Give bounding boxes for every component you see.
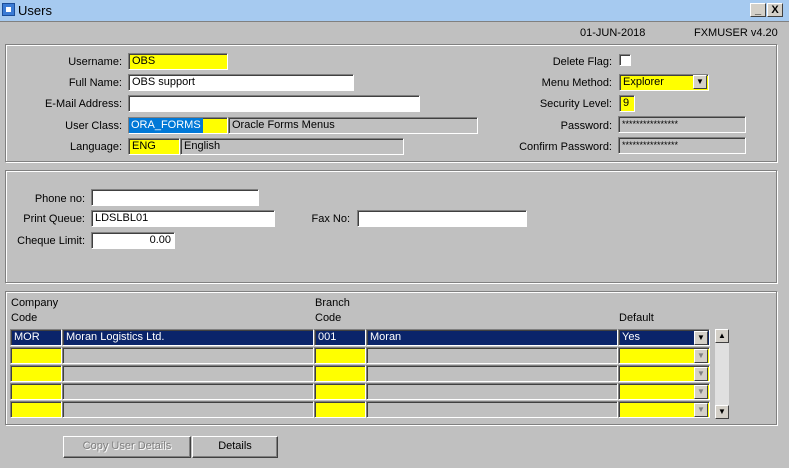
username-field[interactable]: OBS [128,53,228,70]
window-title: Users [18,3,52,18]
default-header: Default [619,312,654,324]
deleteflag-checkbox[interactable] [619,54,631,66]
email-label: E-Mail Address: [44,98,122,110]
fax-field[interactable] [357,210,527,227]
language-code-field[interactable]: ENG [128,138,180,155]
chevron-down-icon[interactable]: ▼ [694,403,708,417]
company-code-cell[interactable] [10,401,62,418]
userclass-desc-field: Oracle Forms Menus [228,117,478,134]
password-label: Password: [560,120,612,132]
chequelimit-label: Cheque Limit: [17,235,85,247]
email-field[interactable] [128,95,420,112]
securitylevel-field[interactable]: 9 [619,95,635,112]
company-name-cell [62,383,314,400]
minimize-button[interactable]: _ [750,3,766,17]
company-name-cell [62,365,314,382]
chevron-down-icon[interactable]: ▼ [693,75,707,89]
phone-field[interactable] [91,189,259,206]
deleteflag-label: Delete Flag: [552,56,612,68]
phone-label: Phone no: [34,193,85,205]
branch-name-cell [366,347,618,364]
fax-label: Fax No: [311,213,350,225]
branch-name-cell [366,401,618,418]
branch-name-cell: Moran [366,329,618,346]
company-code-cell[interactable]: MOR [10,329,62,346]
password-field[interactable]: **************** [618,116,746,133]
branch-code-cell[interactable]: 001 [314,329,366,346]
branch-code-cell[interactable] [314,347,366,364]
branch-code-cell[interactable] [314,365,366,382]
details-button[interactable]: Details [192,436,278,458]
chevron-down-icon[interactable]: ▼ [694,367,708,381]
title-bar[interactable] [0,0,789,22]
module-version: FXMUSER v4.20 [694,27,778,39]
company-code-cell[interactable] [10,365,62,382]
chevron-down-icon[interactable]: ▼ [694,349,708,363]
menumethod-value: Explorer [623,76,664,88]
branch-code-cell[interactable] [314,401,366,418]
app-icon [2,3,15,16]
company-code-cell[interactable] [10,347,62,364]
branch-code-cell[interactable] [314,383,366,400]
branch-name-cell [366,365,618,382]
current-date: 01-JUN-2018 [580,27,646,39]
branch-header-line2: Code [315,312,342,324]
company-header-line1: Company [11,297,59,309]
chequelimit-field[interactable]: 0.00 [91,232,175,249]
confirm-password-label: Confirm Password: [519,141,612,153]
username-label: Username: [68,56,122,68]
language-desc-field: English [180,138,404,155]
company-name-cell [62,347,314,364]
fullname-field[interactable]: OBS support [128,74,354,91]
scroll-down-icon[interactable]: ▼ [715,405,729,419]
printqueue-label: Print Queue: [23,213,85,225]
branch-header-line1: Branch [315,297,350,309]
company-code-cell[interactable] [10,383,62,400]
menumethod-label: Menu Method: [541,77,612,89]
language-label: Language: [70,141,122,153]
company-name-cell [62,401,314,418]
company-header-line2: Code [11,312,38,324]
close-button[interactable]: X [767,3,783,17]
userclass-label: User Class: [65,120,122,132]
userclass-code-field[interactable]: ORA_FORMS [128,117,228,134]
printqueue-field[interactable]: LDSLBL01 [91,210,275,227]
userclass-code-text: ORA_FORMS [129,118,203,133]
chevron-down-icon[interactable]: ▼ [694,331,708,345]
copy-user-details-button[interactable]: Copy User Details [63,436,191,458]
securitylevel-label: Security Level: [539,98,612,110]
chevron-down-icon[interactable]: ▼ [694,385,708,399]
confirm-password-field[interactable]: **************** [618,137,746,154]
scroll-up-icon[interactable]: ▲ [715,329,729,343]
fullname-label: Full Name: [68,77,122,89]
company-name-cell: Moran Logistics Ltd. [62,329,314,346]
branch-name-cell [366,383,618,400]
